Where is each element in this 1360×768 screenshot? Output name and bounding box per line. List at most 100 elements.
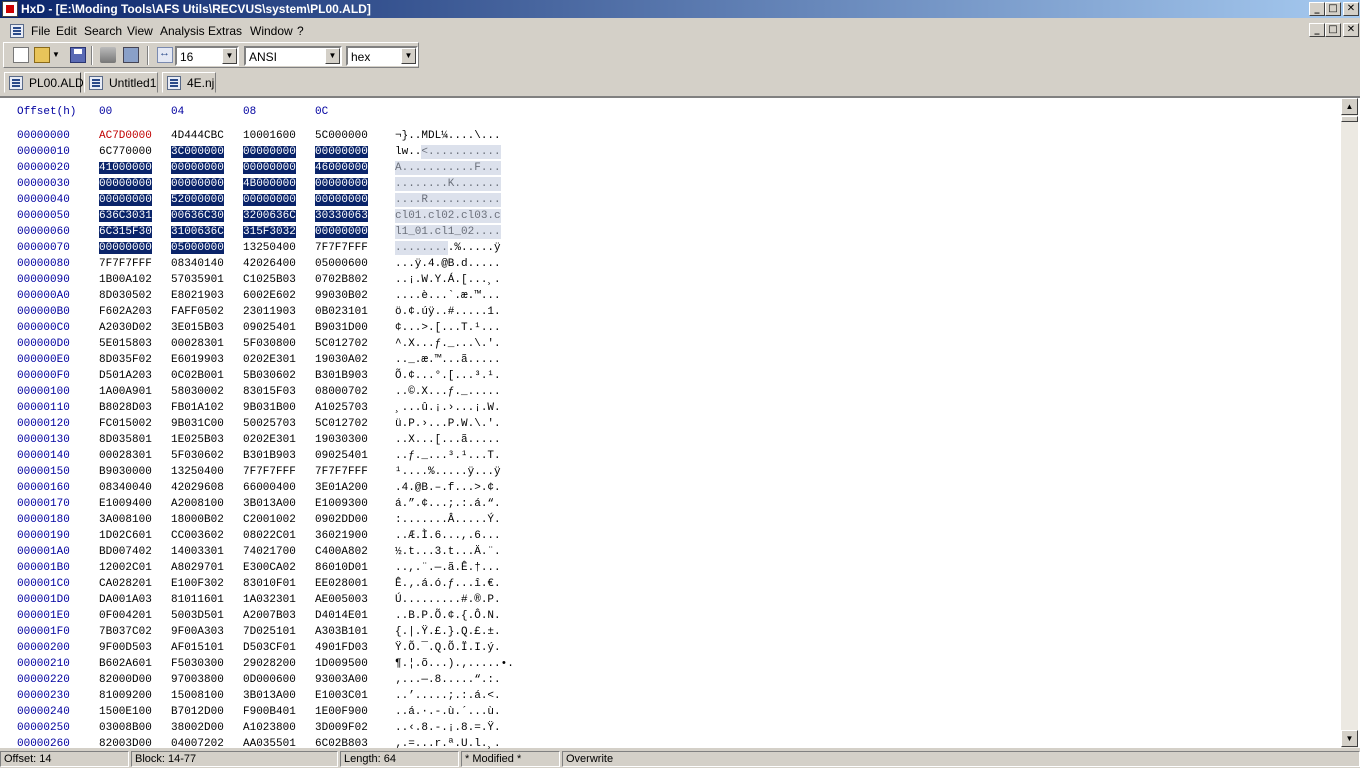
open-ram-icon[interactable] — [123, 47, 139, 63]
hex-row[interactable]: 00000200 9F00D503 AF015101 D503CF01 4901FD03… — [0, 640, 540, 656]
new-file-icon[interactable] — [13, 47, 29, 63]
hex-group[interactable]: B7012D00 — [171, 706, 224, 718]
hex-row[interactable]: 000001C0 CA028201 E100F302 83010F01 EE028001… — [0, 576, 540, 592]
hex-row[interactable]: 00000220 82000D00 97003800 0D000600 93003A00… — [0, 672, 540, 688]
hex-group[interactable]: AA035501 — [243, 738, 296, 750]
hex-row[interactable]: 00000110 B8028D03 FB01A102 9B031B00 A1025703… — [0, 400, 540, 416]
hex-group[interactable]: 5C012702 — [315, 418, 368, 430]
hex-group[interactable]: 0D000600 — [243, 674, 296, 686]
hex-group[interactable]: 00028301 — [171, 338, 224, 350]
hex-group[interactable]: B301B903 — [315, 370, 368, 382]
hex-group[interactable]: 30330063 — [315, 210, 368, 222]
hex-group[interactable]: 3100636C — [171, 226, 224, 238]
ascii-column[interactable]: ‚.=...r.ª.U.l.¸. — [395, 738, 501, 750]
open-dropdown-arrow-icon[interactable]: ▼ — [52, 51, 60, 59]
hex-group[interactable]: E6019903 — [171, 354, 224, 366]
hex-group[interactable]: 00000000 — [99, 178, 152, 190]
hex-group[interactable]: CC003602 — [171, 530, 224, 542]
hex-row[interactable]: 00000140 00028301 5F030602 B301B903 09025401… — [0, 448, 540, 464]
hex-group[interactable]: 13250400 — [171, 466, 224, 478]
hex-group[interactable]: 05000600 — [315, 258, 368, 270]
ascii-column[interactable]: ¬}..MDL¼....\... — [395, 130, 501, 142]
hex-group[interactable]: AE005003 — [315, 594, 368, 606]
hex-group[interactable]: 7B037C02 — [99, 626, 152, 638]
ascii-column[interactable]: ...ÿ.4.@B.d..... — [395, 258, 501, 270]
hex-group[interactable]: 5F030602 — [171, 450, 224, 462]
ascii-column[interactable]: ..á.·.-.ù.´...ù. — [395, 706, 501, 718]
hex-group[interactable]: 00000000 — [99, 242, 152, 254]
hex-group[interactable]: 9F00D503 — [99, 642, 152, 654]
hex-group[interactable]: 5C000000 — [315, 130, 368, 142]
hex-group[interactable]: 3C000000 — [171, 146, 224, 158]
hex-row[interactable]: 00000190 1D02C601 CC003602 08022C01 36021900… — [0, 528, 540, 544]
hex-group[interactable]: E8021903 — [171, 290, 224, 302]
hex-group[interactable]: 0702B802 — [315, 274, 368, 286]
hex-group[interactable]: 8D035F02 — [99, 354, 152, 366]
hex-group[interactable]: AF015101 — [171, 642, 224, 654]
offset-base-select[interactable]: hex ▼ — [346, 46, 418, 66]
hex-group[interactable]: 42026400 — [243, 258, 296, 270]
hex-row[interactable]: 00000160 08340040 42029608 66000400 3E01A200… — [0, 480, 540, 496]
hex-group[interactable]: 00000000 — [315, 146, 368, 158]
hex-row[interactable]: 00000250 03008B00 38002D00 A1023800 3D009F02… — [0, 720, 540, 736]
hex-group[interactable]: 8D030502 — [99, 290, 152, 302]
hex-group[interactable]: 36021900 — [315, 530, 368, 542]
hex-row[interactable]: 00000090 1B00A102 57035901 C1025B03 0702B802… — [0, 272, 540, 288]
hex-group[interactable]: 00000000 — [315, 194, 368, 206]
hex-group[interactable]: 38002D00 — [171, 722, 224, 734]
hex-group[interactable]: CA028201 — [99, 578, 152, 590]
hex-group[interactable]: A2007B03 — [243, 610, 296, 622]
ascii-column[interactable]: á.”.¢...;.:.á.“. — [395, 498, 501, 510]
hex-group[interactable]: B9031D00 — [315, 322, 368, 334]
ascii-column[interactable]: ..,.¨.—.ã.Ê.†... — [395, 562, 501, 574]
ascii-column[interactable]: ..’.....;.:.á.<. — [395, 690, 501, 702]
child-restore-button[interactable]: □ — [1325, 23, 1341, 37]
tab-pl00-ald[interactable]: PL00.ALD — [4, 72, 84, 93]
hex-group[interactable]: 03008B00 — [99, 722, 152, 734]
hex-group[interactable]: 66000400 — [243, 482, 296, 494]
hex-row[interactable]: 000001A0 BD007402 14003301 74021700 C400A802… — [0, 544, 540, 560]
hex-row[interactable]: 00000150 B9030000 13250400 7F7F7FFF 7F7F7FFF… — [0, 464, 540, 480]
hex-row[interactable]: 000001B0 12002C01 A8029701 E300CA02 86010D01… — [0, 560, 540, 576]
hex-group[interactable]: A303B101 — [315, 626, 368, 638]
ascii-column[interactable]: ¶.¦.õ...).‚.....•. — [395, 658, 514, 670]
hex-group[interactable]: 18000B02 — [171, 514, 224, 526]
ascii-column[interactable]: Ê.‚.á.ó.ƒ...î.€. — [395, 578, 501, 590]
hex-group[interactable]: 00028301 — [99, 450, 152, 462]
hex-group[interactable]: 3B013A00 — [243, 498, 296, 510]
chevron-down-icon[interactable]: ▼ — [401, 48, 416, 64]
hex-group[interactable]: 00000000 — [243, 162, 296, 174]
hex-group[interactable]: 08340140 — [171, 258, 224, 270]
hex-group[interactable]: 00636C30 — [171, 210, 224, 222]
hex-row[interactable]: 000000E0 8D035F02 E6019903 0202E301 19030A02… — [0, 352, 540, 368]
hex-row[interactable]: 00000180 3A008100 18000B02 C2001002 0902DD00… — [0, 512, 540, 528]
hex-group[interactable]: D503CF01 — [243, 642, 296, 654]
hex-group[interactable]: 6C315F30 — [99, 226, 152, 238]
ascii-column[interactable]: .4.@B.–.f...>.¢. — [395, 482, 501, 494]
hex-row[interactable]: 00000170 E1009400 A2008100 3B013A00 E1009300… — [0, 496, 540, 512]
menu-search[interactable]: Search — [84, 24, 122, 38]
hex-group[interactable]: 15008100 — [171, 690, 224, 702]
ascii-column[interactable]: ½.t...3.t...Ä.¨. — [395, 546, 501, 558]
hex-group[interactable]: 9B031B00 — [243, 402, 296, 414]
hex-group[interactable]: E1009300 — [315, 498, 368, 510]
ascii-column[interactable]: ..B.P.Õ.¢.{.Ô.N. — [395, 610, 501, 622]
save-disk-icon[interactable] — [70, 47, 86, 63]
hex-row[interactable]: 00000020 41000000 00000000 00000000 46000000… — [0, 160, 540, 176]
hex-group[interactable]: 3D009F02 — [315, 722, 368, 734]
child-minimize-button[interactable]: _ — [1309, 23, 1325, 37]
hex-group[interactable]: D501A203 — [99, 370, 152, 382]
hex-group[interactable]: 7F7F7FFF — [315, 466, 368, 478]
bytes-per-row-select[interactable]: 16 ▼ — [175, 46, 239, 66]
hex-group[interactable]: 6002E602 — [243, 290, 296, 302]
hex-row[interactable]: 00000230 81009200 15008100 3B013A00 E1003C01… — [0, 688, 540, 704]
hex-group[interactable]: 5C012702 — [315, 338, 368, 350]
ascii-column[interactable]: ü.P.›...P.W.\.'. — [395, 418, 501, 430]
hex-group[interactable]: F900B401 — [243, 706, 296, 718]
hex-group[interactable]: 9F00A303 — [171, 626, 224, 638]
hex-row[interactable]: 000000D0 5E015803 00028301 5F030800 5C012702… — [0, 336, 540, 352]
close-button[interactable]: ✕ — [1343, 2, 1359, 16]
hex-group[interactable]: 82000D00 — [99, 674, 152, 686]
hex-group[interactable]: 6C770000 — [99, 146, 152, 158]
hex-group[interactable]: 1E00F900 — [315, 706, 368, 718]
